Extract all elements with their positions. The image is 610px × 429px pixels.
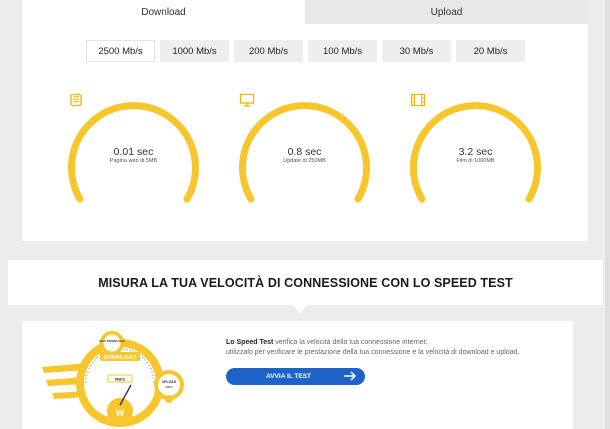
illus-logo: W bbox=[116, 408, 125, 418]
gauge-time: 3.2 sec bbox=[458, 146, 493, 158]
promo-description: Lo Speed Test verifica la velocità della… bbox=[226, 338, 566, 358]
illus-upload-unit: MB/S bbox=[165, 385, 172, 389]
illus-upload-label: UPLOAD bbox=[162, 380, 177, 384]
gauge-description: Film di 1000MB bbox=[456, 158, 495, 164]
gauge-web-page: 0.01 sec Pagina web di 5MB bbox=[68, 93, 199, 211]
speedometer-illustration: DOWNLOAD MB/S W MAX DOWNLOAD UPLOAD MB/S bbox=[42, 331, 184, 427]
speed-option-1000[interactable]: 1000 Mb/s bbox=[160, 40, 229, 62]
book-icon bbox=[70, 93, 82, 107]
start-test-label: AVVIA IL TEST bbox=[266, 373, 312, 380]
speed-option-30[interactable]: 30 Mb/s bbox=[382, 40, 451, 62]
start-test-button[interactable]: AVVIA IL TEST bbox=[226, 368, 365, 385]
speed-option-200[interactable]: 200 Mb/s bbox=[234, 40, 303, 62]
tab-download[interactable]: Download bbox=[22, 0, 305, 24]
speed-comparison-card: Download Upload 2500 Mb/s 1000 Mb/s 200 … bbox=[22, 0, 588, 241]
gauge-description: Pagina web di 5MB bbox=[109, 158, 158, 164]
gauge-time: 0.01 sec bbox=[113, 146, 154, 158]
promo-line1: verifica la velocità della tua connessio… bbox=[273, 339, 428, 346]
gauge-description: Update di 250MB bbox=[283, 158, 326, 164]
illus-download-label: DOWNLOAD bbox=[104, 355, 137, 361]
illus-max-download: MAX DOWNLOAD bbox=[99, 339, 125, 343]
promo-line2: utilizzalo per verificare le prestazione… bbox=[226, 349, 520, 356]
illus-download-unit: MB/S bbox=[115, 377, 125, 382]
tab-bar: Download Upload bbox=[22, 0, 588, 24]
speed-selector: 2500 Mb/s 1000 Mb/s 200 Mb/s 100 Mb/s 30… bbox=[86, 40, 525, 62]
scrollbar[interactable] bbox=[605, 0, 610, 429]
film-icon bbox=[410, 93, 426, 107]
tab-upload[interactable]: Upload bbox=[305, 0, 588, 24]
speed-option-100[interactable]: 100 Mb/s bbox=[308, 40, 377, 62]
section-header: MISURA LA TUA VELOCITÀ DI CONNESSIONE CO… bbox=[8, 260, 603, 305]
section-notch bbox=[292, 305, 308, 313]
speed-test-promo-card: DOWNLOAD MB/S W MAX DOWNLOAD UPLOAD MB/S… bbox=[22, 321, 573, 429]
promo-brand: Lo Speed Test bbox=[226, 339, 274, 346]
gauge-time: 0.8 sec bbox=[287, 146, 322, 158]
section-title: MISURA LA TUA VELOCITÀ DI CONNESSIONE CO… bbox=[98, 275, 513, 290]
arrow-right-icon bbox=[344, 371, 357, 381]
gauge-film: 3.2 sec Film di 1000MB bbox=[410, 93, 541, 211]
gauge-update: 0.8 sec Update di 250MB bbox=[239, 93, 370, 211]
monitor-icon bbox=[239, 93, 255, 107]
speed-option-2500[interactable]: 2500 Mb/s bbox=[86, 40, 155, 62]
speed-option-20[interactable]: 20 Mb/s bbox=[456, 40, 525, 62]
